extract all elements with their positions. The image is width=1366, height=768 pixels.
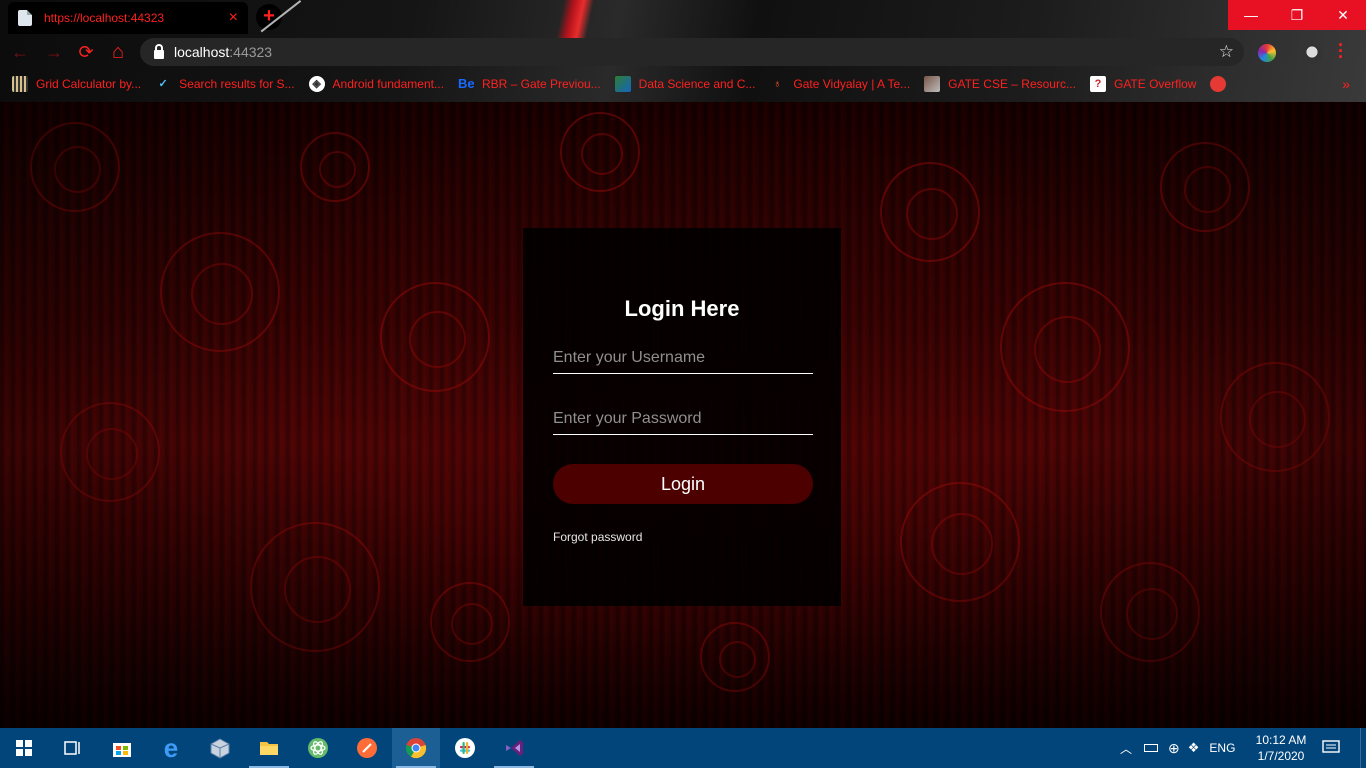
tab-title: https://localhost:44323 bbox=[44, 11, 165, 25]
restore-button[interactable]: ❐ bbox=[1274, 0, 1320, 30]
behance-icon: Be bbox=[457, 76, 475, 91]
pin-icon: ♁ bbox=[773, 78, 782, 90]
login-button[interactable]: Login bbox=[553, 464, 813, 504]
bookmarks-overflow-icon[interactable]: » bbox=[1342, 76, 1350, 92]
menu-icon[interactable]: · · · bbox=[1338, 36, 1344, 66]
url-host: localhost bbox=[174, 44, 230, 60]
virtualbox-icon bbox=[210, 738, 230, 759]
clock-time: 10:12 AM bbox=[1255, 733, 1307, 747]
page-background: Login Here Login Forgot password bbox=[0, 102, 1366, 728]
address-bar[interactable]: localhost :44323 ☆ bbox=[140, 38, 1244, 66]
show-hidden-icons-icon[interactable]: ︿ bbox=[1120, 740, 1132, 757]
reload-button[interactable]: ⟳ bbox=[74, 40, 98, 64]
tab-close-icon[interactable]: × bbox=[229, 9, 238, 27]
check-icon: ✓ bbox=[158, 78, 168, 90]
data-icon bbox=[614, 76, 631, 92]
notification-icon bbox=[1322, 740, 1340, 753]
bookmark-item[interactable]: GATE CSE – Resourc... bbox=[924, 76, 1076, 92]
task-view-icon bbox=[64, 741, 80, 755]
taskbar-virtualbox[interactable] bbox=[196, 728, 244, 768]
bookmarks-bar: Grid Calculator by... ✓ Search results f… bbox=[0, 70, 1366, 98]
clock-date: 1/7/2020 bbox=[1257, 749, 1305, 763]
grid-icon bbox=[12, 76, 28, 92]
windows-taskbar: e ︿ ⊕ ❖ ENG 10:12 AM 1/7/2020 bbox=[0, 728, 1366, 768]
bookmark-item[interactable]: ✓ Search results for S... bbox=[155, 76, 295, 92]
battery-icon[interactable] bbox=[1144, 744, 1159, 752]
back-button[interactable]: ← bbox=[8, 40, 32, 64]
page-favicon-icon bbox=[18, 10, 32, 26]
android-icon: ◈ bbox=[308, 76, 325, 92]
bookmark-star-icon[interactable]: ☆ bbox=[1219, 42, 1234, 62]
bookmark-item[interactable]: ? GATE Overflow bbox=[1089, 76, 1196, 92]
new-tab-button[interactable]: + bbox=[256, 4, 282, 30]
network-globe-icon[interactable]: ⊕ bbox=[1168, 740, 1180, 757]
taskbar-atom[interactable] bbox=[294, 728, 342, 768]
visual-studio-icon bbox=[506, 740, 523, 756]
bookmark-item[interactable] bbox=[1210, 76, 1234, 92]
show-desktop-button[interactable] bbox=[1360, 728, 1366, 768]
language-indicator[interactable]: ENG bbox=[1209, 741, 1235, 755]
profile-avatar-icon[interactable] bbox=[1302, 44, 1322, 64]
browser-tab-active[interactable]: https://localhost:44323 × bbox=[8, 2, 248, 34]
slack-icon bbox=[455, 738, 475, 758]
taskbar-file-explorer[interactable] bbox=[245, 728, 293, 768]
system-tray: ︿ ⊕ ❖ ENG bbox=[1120, 728, 1240, 768]
photo-icon bbox=[924, 76, 941, 92]
taskbar-chrome[interactable] bbox=[392, 728, 440, 768]
bookmark-item[interactable]: Data Science and C... bbox=[614, 76, 755, 92]
globe-icon bbox=[1210, 76, 1227, 92]
forgot-password-link[interactable]: Forgot password bbox=[553, 530, 642, 544]
taskbar-edge[interactable]: e bbox=[147, 728, 195, 768]
store-icon bbox=[113, 743, 131, 757]
password-input[interactable] bbox=[553, 403, 813, 435]
folder-icon bbox=[260, 742, 278, 755]
bookmark-item[interactable]: Be RBR – Gate Previou... bbox=[458, 76, 601, 92]
login-title: Login Here bbox=[624, 296, 740, 321]
taskbar-store[interactable] bbox=[98, 728, 146, 768]
minimize-button[interactable]: — bbox=[1228, 0, 1274, 30]
login-card: Login Here Login Forgot password bbox=[523, 228, 841, 606]
atom-icon bbox=[308, 738, 328, 758]
dropbox-icon[interactable]: ❖ bbox=[1188, 740, 1200, 756]
url-port: :44323 bbox=[229, 44, 273, 60]
close-window-button[interactable]: ✕ bbox=[1320, 0, 1366, 30]
action-center-button[interactable] bbox=[1322, 728, 1346, 768]
bookmark-item[interactable]: ◈ Android fundament... bbox=[308, 76, 444, 92]
home-button[interactable]: ⌂ bbox=[106, 40, 130, 64]
taskbar-postman[interactable] bbox=[343, 728, 391, 768]
question-icon: ? bbox=[1089, 76, 1106, 92]
username-input[interactable] bbox=[553, 342, 813, 374]
bookmark-item[interactable]: ♁ Gate Vidyalay | A Te... bbox=[769, 76, 910, 92]
taskbar-clock[interactable]: 10:12 AM 1/7/2020 bbox=[1250, 732, 1312, 764]
browser-toolbar: ← → ⟳ ⌂ localhost :44323 ☆ · · · bbox=[0, 34, 1366, 70]
lock-icon bbox=[154, 43, 164, 59]
start-button[interactable] bbox=[0, 728, 48, 768]
postman-icon bbox=[357, 738, 377, 758]
bookmark-item[interactable]: Grid Calculator by... bbox=[12, 76, 141, 92]
chrome-icon bbox=[405, 738, 427, 759]
taskbar-visual-studio[interactable] bbox=[490, 728, 538, 768]
windows-logo-icon bbox=[16, 740, 32, 756]
taskbar-slack[interactable] bbox=[441, 728, 489, 768]
browser-chrome: https://localhost:44323 × + — ❐ ✕ ← → ⟳ … bbox=[0, 0, 1366, 102]
edge-icon: e bbox=[163, 732, 179, 763]
color-extension-icon[interactable] bbox=[1258, 44, 1276, 62]
task-view-button[interactable] bbox=[48, 728, 96, 768]
tab-strip: https://localhost:44323 × + — ❐ ✕ bbox=[0, 0, 1366, 34]
forward-button[interactable]: → bbox=[42, 40, 66, 64]
